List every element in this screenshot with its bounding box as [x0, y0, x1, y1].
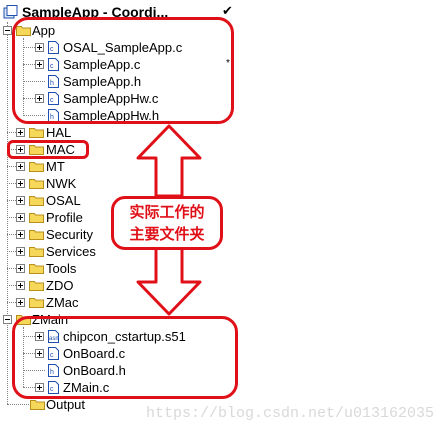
- folder-icon: [29, 162, 44, 172]
- folder-label: HAL: [46, 125, 72, 140]
- folder-label: ZMac: [46, 295, 79, 310]
- checkmark-icon: ✔: [222, 3, 233, 18]
- expand-icon[interactable]: [16, 213, 25, 222]
- expand-icon[interactable]: [16, 247, 25, 256]
- callout-line-1: 实际工作的: [129, 203, 205, 221]
- watermark: https://blog.csdn.net/u013162035: [145, 405, 434, 422]
- folder-icon: [29, 179, 44, 189]
- collapse-icon[interactable]: [3, 315, 12, 324]
- folder-profile[interactable]: Profile: [0, 209, 120, 226]
- expand-icon[interactable]: [16, 179, 25, 188]
- collapse-icon[interactable]: [3, 26, 12, 35]
- folder-osal[interactable]: OSAL: [0, 192, 120, 209]
- folder-icon: [29, 230, 44, 240]
- folder-icon: [29, 247, 44, 257]
- expand-icon[interactable]: [16, 281, 25, 290]
- folder-icon: [29, 264, 44, 274]
- folder-label: Tools: [46, 261, 77, 276]
- expand-icon[interactable]: [16, 298, 25, 307]
- expand-icon[interactable]: [16, 230, 25, 239]
- folder-mt[interactable]: MT: [0, 158, 120, 175]
- expand-icon[interactable]: [16, 128, 25, 137]
- highlight-app-box: [12, 17, 234, 124]
- folder-services[interactable]: Services: [0, 243, 120, 260]
- folder-tools[interactable]: Tools: [0, 260, 120, 277]
- callout-line-2: 主要文件夹: [129, 225, 205, 243]
- folder-label: OSAL: [46, 193, 81, 208]
- callout-box: 实际工作的 主要文件夹: [111, 196, 223, 250]
- folder-icon: [29, 213, 44, 223]
- project-icon: [3, 5, 18, 19]
- folder-label: MT: [46, 159, 65, 174]
- expand-icon[interactable]: [16, 196, 25, 205]
- folder-zdo[interactable]: ZDO: [0, 277, 120, 294]
- highlight-mac-box: [7, 140, 89, 159]
- folder-label: Profile: [46, 210, 83, 225]
- folder-label: ZDO: [46, 278, 74, 293]
- folder-label: Services: [46, 244, 96, 259]
- folder-icon: [29, 128, 44, 138]
- folder-icon: [29, 298, 44, 308]
- expand-icon[interactable]: [16, 162, 25, 171]
- folder-icon: [29, 281, 44, 291]
- folder-label: Security: [46, 227, 93, 242]
- folder-icon: [30, 400, 45, 410]
- expand-icon[interactable]: [16, 264, 25, 273]
- folder-zmac[interactable]: ZMac: [0, 294, 120, 311]
- folder-security[interactable]: Security: [0, 226, 120, 243]
- folder-icon: [29, 196, 44, 206]
- folder-hal[interactable]: HAL: [0, 124, 120, 141]
- highlight-zmain-box: [12, 316, 238, 399]
- folder-label: NWK: [46, 176, 77, 191]
- folder-nwk[interactable]: NWK: [0, 175, 120, 192]
